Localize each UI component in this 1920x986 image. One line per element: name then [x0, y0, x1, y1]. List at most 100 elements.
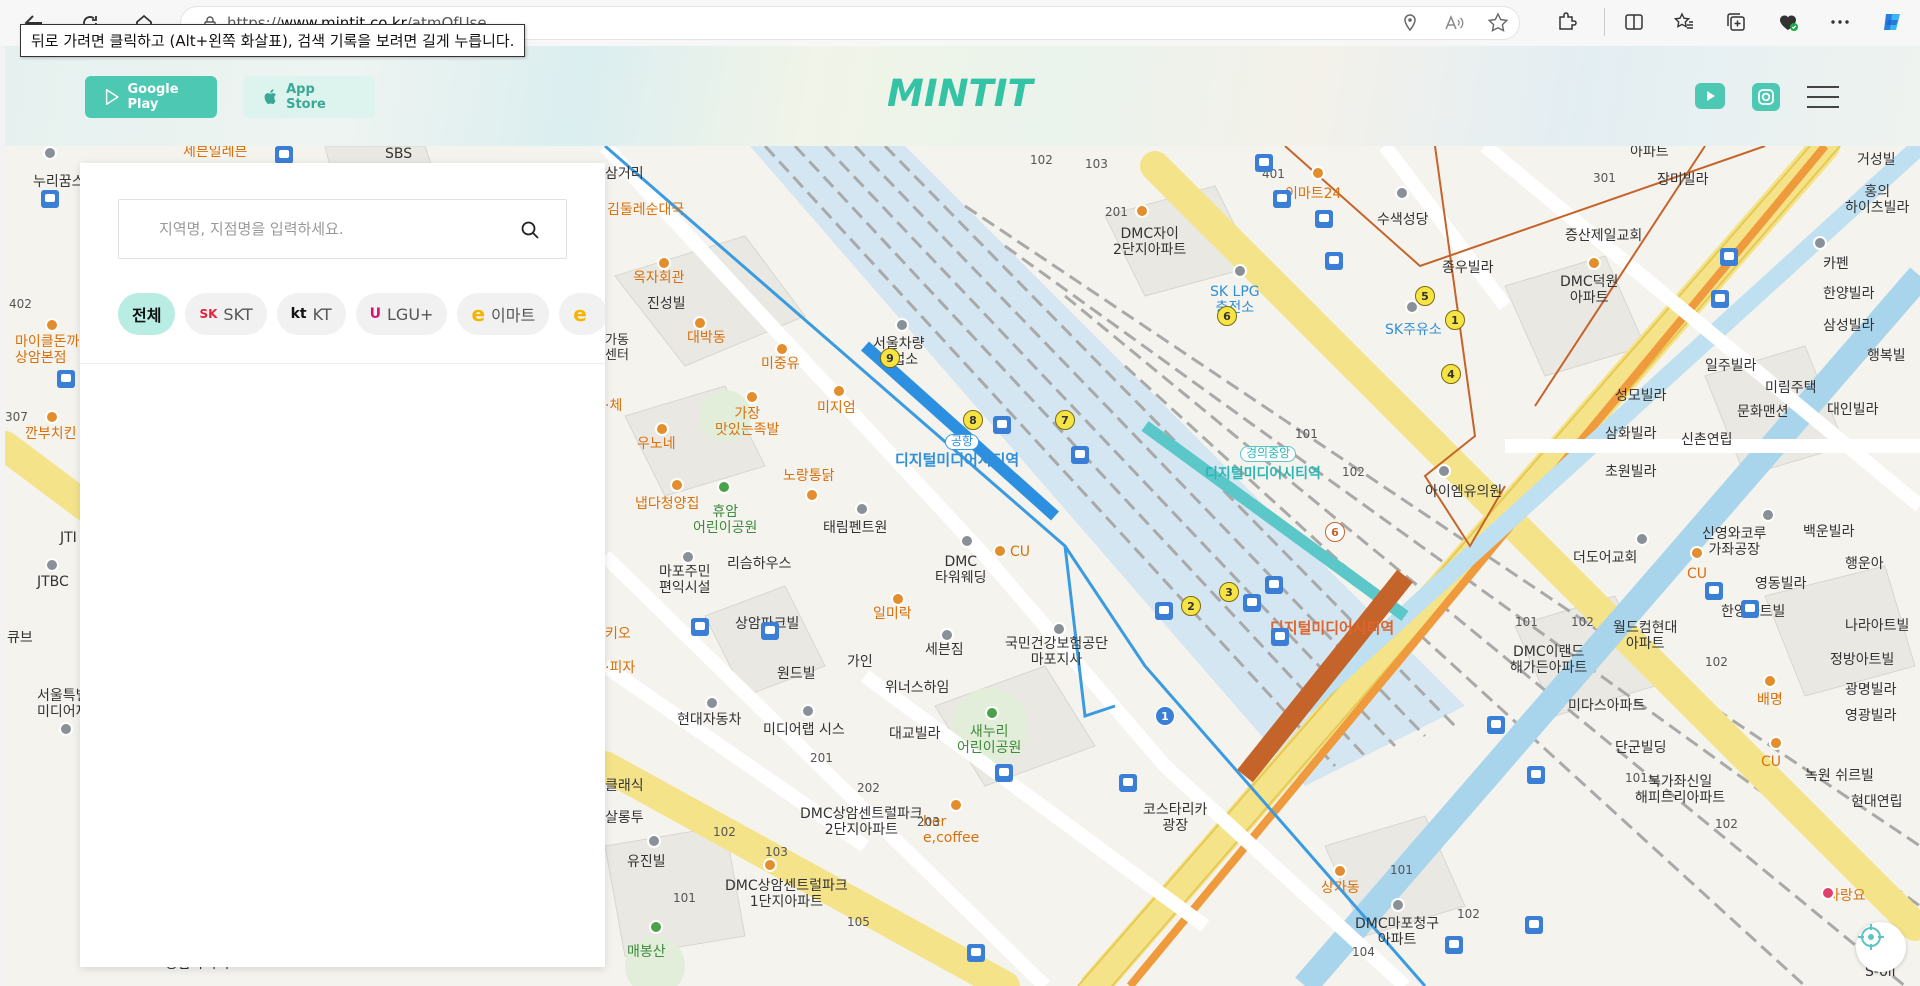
poi-marker-icon[interactable]: [805, 488, 819, 502]
search-input[interactable]: [159, 220, 526, 238]
poi-marker-icon[interactable]: [693, 316, 707, 330]
current-location-button[interactable]: [1856, 922, 1906, 972]
favorites-icon[interactable]: [1670, 8, 1698, 36]
bus-stop-icon[interactable]: [57, 370, 75, 388]
bus-stop-icon[interactable]: [1071, 446, 1089, 464]
poi-marker-icon[interactable]: [1135, 204, 1149, 218]
poi-marker-icon[interactable]: [895, 318, 909, 332]
poi-marker-icon[interactable]: [832, 384, 846, 398]
poi-marker-icon[interactable]: [1405, 300, 1419, 314]
bus-stop-icon[interactable]: [1243, 594, 1261, 612]
poi-marker-icon[interactable]: [1437, 464, 1451, 478]
bus-stop-icon[interactable]: [1119, 774, 1137, 792]
location-pin-icon[interactable]: [1399, 12, 1421, 34]
subway-exit-marker[interactable]: 8: [963, 410, 983, 430]
poi-marker-icon[interactable]: [655, 422, 669, 436]
bus-stop-icon[interactable]: [1265, 576, 1283, 594]
poi-marker-icon[interactable]: [985, 706, 999, 720]
poi-marker-icon[interactable]: [1690, 546, 1704, 560]
bus-stop-icon[interactable]: [1741, 600, 1759, 618]
filter-chip-skt[interactable]: SK SKT: [185, 293, 267, 335]
mintit-logo[interactable]: MINTIT: [885, 70, 1045, 114]
poi-marker-icon[interactable]: [775, 342, 789, 356]
subway-exit-marker[interactable]: 3: [1219, 582, 1239, 602]
poi-marker-icon[interactable]: [43, 146, 57, 160]
poi-marker-icon[interactable]: [717, 480, 731, 494]
poi-marker-icon[interactable]: [940, 628, 954, 642]
search-box[interactable]: [118, 199, 567, 259]
youtube-button[interactable]: [1695, 83, 1725, 109]
poi-marker-icon[interactable]: [670, 478, 684, 492]
bus-stop-icon[interactable]: [1705, 582, 1723, 600]
poi-marker-icon[interactable]: [1635, 532, 1649, 546]
hamburger-menu-button[interactable]: [1807, 86, 1839, 108]
app-store-button[interactable]: App Store: [243, 76, 375, 118]
subway-exit-marker[interactable]: 6: [1217, 306, 1237, 326]
poi-marker-icon[interactable]: [960, 534, 974, 548]
poi-marker-icon[interactable]: [45, 318, 59, 332]
subway-exit-marker[interactable]: 9: [880, 348, 900, 368]
poi-marker-icon[interactable]: [993, 544, 1007, 558]
filter-chip-kt[interactable]: kt KT: [276, 293, 346, 335]
bus-stop-icon[interactable]: [1720, 248, 1738, 266]
filter-chip-all[interactable]: 전체: [118, 293, 176, 335]
poi-marker-icon[interactable]: [1821, 886, 1835, 900]
poi-marker-icon[interactable]: [745, 390, 759, 404]
bus-stop-icon[interactable]: [1255, 154, 1273, 172]
search-icon[interactable]: [520, 220, 540, 240]
poi-marker-icon[interactable]: [891, 592, 905, 606]
poi-marker-icon[interactable]: [705, 696, 719, 710]
instagram-button[interactable]: [1752, 83, 1780, 111]
bus-stop-icon[interactable]: [967, 944, 985, 962]
poi-marker-icon[interactable]: [1813, 236, 1827, 250]
more-menu-icon[interactable]: [1826, 8, 1854, 36]
bus-stop-icon[interactable]: [1273, 190, 1291, 208]
poi-marker-icon[interactable]: [855, 502, 869, 516]
poi-marker-icon[interactable]: [801, 704, 815, 718]
bus-stop-icon[interactable]: [995, 764, 1013, 782]
subway-exit-marker[interactable]: 6: [1325, 522, 1345, 542]
poi-marker-icon[interactable]: [681, 550, 695, 564]
subway-exit-marker[interactable]: 2: [1181, 596, 1201, 616]
poi-marker-icon[interactable]: [1769, 736, 1783, 750]
collections-icon[interactable]: [1722, 8, 1750, 36]
poi-marker-icon[interactable]: [1761, 508, 1775, 522]
poi-marker-icon[interactable]: [1233, 264, 1247, 278]
filter-chip-emart[interactable]: e 이마트: [457, 293, 550, 335]
subway-exit-marker[interactable]: 4: [1441, 364, 1461, 384]
bus-stop-icon[interactable]: [1711, 290, 1729, 308]
browser-essentials-icon[interactable]: [1774, 8, 1802, 36]
poi-marker-icon[interactable]: [1311, 166, 1325, 180]
poi-marker-icon[interactable]: [45, 410, 59, 424]
poi-marker-icon[interactable]: [1395, 186, 1409, 200]
poi-marker-icon[interactable]: [45, 558, 59, 572]
poi-marker-icon[interactable]: [1333, 864, 1347, 878]
poi-marker-icon[interactable]: [649, 920, 663, 934]
poi-marker-icon[interactable]: [763, 858, 777, 872]
subway-exit-marker[interactable]: 1: [1155, 706, 1175, 726]
poi-marker-icon[interactable]: [647, 834, 661, 848]
bus-stop-icon[interactable]: [1445, 936, 1463, 954]
subway-exit-marker[interactable]: 1: [1445, 310, 1465, 330]
google-play-button[interactable]: Google Play: [85, 76, 217, 118]
poi-marker-icon[interactable]: [1763, 674, 1777, 688]
bus-stop-icon[interactable]: [1525, 916, 1543, 934]
bus-stop-icon[interactable]: [1487, 716, 1505, 734]
poi-marker-icon[interactable]: [1391, 898, 1405, 912]
bus-stop-icon[interactable]: [1271, 628, 1289, 646]
split-screen-icon[interactable]: [1604, 8, 1646, 36]
copilot-icon[interactable]: [1878, 8, 1906, 36]
poi-marker-icon[interactable]: [949, 798, 963, 812]
bus-stop-icon[interactable]: [691, 618, 709, 636]
bus-stop-icon[interactable]: [761, 622, 779, 640]
filter-chip-emart-everyday[interactable]: e: [559, 293, 605, 335]
bus-stop-icon[interactable]: [993, 416, 1011, 434]
bus-stop-icon[interactable]: [1155, 602, 1173, 620]
poi-marker-icon[interactable]: [657, 256, 671, 270]
read-aloud-icon[interactable]: [1443, 12, 1465, 34]
bus-stop-icon[interactable]: [41, 190, 59, 208]
filter-chip-lgu[interactable]: U LGU+: [355, 293, 448, 335]
bus-stop-icon[interactable]: [1527, 766, 1545, 784]
extensions-icon[interactable]: [1552, 8, 1580, 36]
poi-marker-icon[interactable]: [1587, 256, 1601, 270]
